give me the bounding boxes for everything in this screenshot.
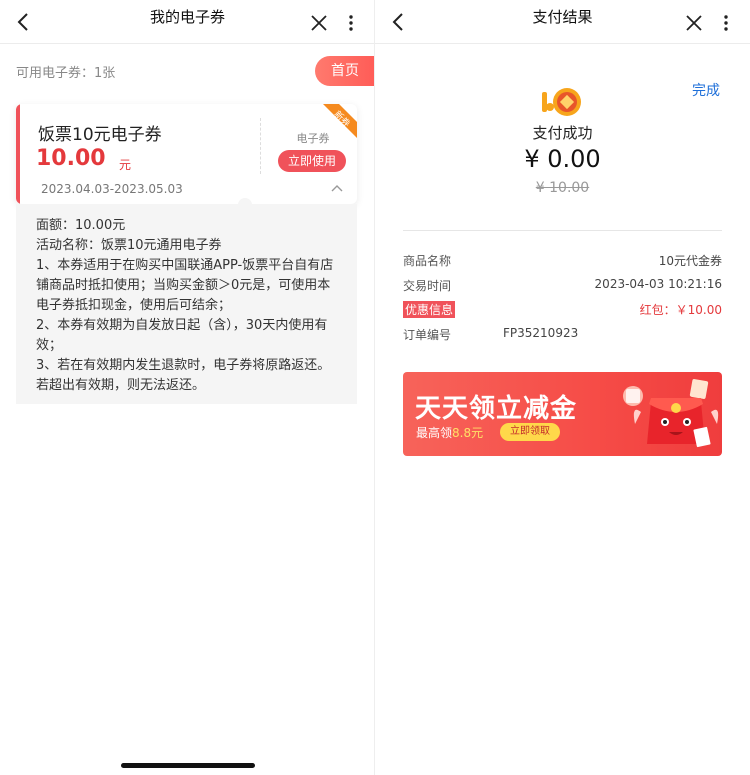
- rule-1: 1、本券适用于在购买中国联通APP-饭票平台自有店铺商品时抵扣使用；当购买金额＞…: [36, 258, 334, 313]
- promo-banner[interactable]: 天天领立减金 最高领8.8元 立即领取: [403, 372, 722, 456]
- coupon-name: 饭票10元电子券: [38, 125, 162, 145]
- payment-success-text: 支付成功: [532, 124, 593, 142]
- more-vertical-icon[interactable]: [722, 14, 730, 32]
- new-coupon-badge: 新券: [323, 104, 357, 138]
- banner-subtitle: 最高领8.8元: [416, 424, 483, 441]
- product-name-label: 商品名称: [403, 254, 452, 268]
- original-amount: ¥ 10.00: [535, 180, 590, 196]
- divider: [403, 230, 722, 231]
- coupon-details: 面额：10.00元 活动名称：饭票10元通用电子券 1、本券适用于在购买中国联通…: [16, 204, 357, 404]
- info-row-product: 商品名称 10元代金券: [403, 252, 722, 272]
- done-button[interactable]: 完成: [692, 80, 720, 100]
- coupon-amount: 10.00: [36, 146, 106, 171]
- banner-title: 天天领立减金: [415, 394, 578, 424]
- my-coupons-screen: 我的电子券 可用电子券：1张 首页 饭票10元电子券 10.00 元 2023.…: [0, 0, 375, 775]
- payment-result-screen: 支付结果 完成 支付成功 ¥ 0.00 ¥ 10.00 商品名称 10元代金券 …: [375, 0, 750, 775]
- transaction-time-value: 2023-04-03 10:21:16: [594, 277, 722, 291]
- navbar: 我的电子券: [0, 0, 375, 44]
- use-now-button[interactable]: 立即使用: [278, 150, 346, 172]
- red-envelope-mascot-icon: [623, 379, 719, 448]
- rule-2: 2、本券有效期为自发放日起（含），30天内使用有效；: [36, 318, 328, 353]
- banner-sub-prefix: 最高领: [416, 426, 453, 440]
- coupon-unit: 元: [119, 158, 132, 172]
- coupon-validity-dates: 2023.04.03-2023.05.03: [41, 182, 183, 196]
- discount-info-label: 优惠信息: [403, 301, 456, 318]
- discount-info-value: 红包：￥10.00: [639, 303, 722, 317]
- coupon-divider: [260, 118, 261, 174]
- more-vertical-icon[interactable]: [347, 14, 355, 32]
- coupon-card[interactable]: 饭票10元电子券 10.00 元 2023.04.03-2023.05.03 电…: [16, 104, 357, 204]
- home-button[interactable]: 首页: [315, 56, 375, 86]
- rule-3: 3、若在有效期内发生退款时，电子券将原路返还。若超出有效期，则无法返还。: [36, 358, 331, 393]
- chevron-up-icon[interactable]: [331, 184, 343, 192]
- home-indicator[interactable]: [121, 763, 255, 768]
- product-name-value: 10元代金券: [658, 254, 722, 268]
- navbar: 支付结果: [375, 0, 750, 44]
- detail-notch: [238, 198, 252, 206]
- banner-sub-amount: 8.8元: [452, 426, 484, 440]
- face-value: 面额：10.00元: [36, 218, 126, 233]
- order-number-value: FP35210923: [503, 326, 579, 340]
- coupon-stripe: [16, 104, 20, 204]
- claim-now-button[interactable]: 立即领取: [500, 423, 560, 441]
- info-row-order: 订单编号 FP35210923: [403, 326, 722, 346]
- available-coupons-count: 可用电子券：1张: [16, 66, 116, 81]
- payment-success-icon: [542, 88, 581, 116]
- transaction-time-label: 交易时间: [403, 279, 452, 293]
- order-number-label: 订单编号: [403, 328, 452, 342]
- close-icon[interactable]: [311, 15, 327, 31]
- close-icon[interactable]: [686, 15, 702, 31]
- info-row-discount: 优惠信息 红包：￥10.00: [403, 301, 722, 321]
- activity-name: 活动名称：饭票10元通用电子券: [36, 238, 222, 253]
- info-row-time: 交易时间 2023-04-03 10:21:16: [403, 277, 722, 297]
- paid-amount: ¥ 0.00: [524, 145, 601, 173]
